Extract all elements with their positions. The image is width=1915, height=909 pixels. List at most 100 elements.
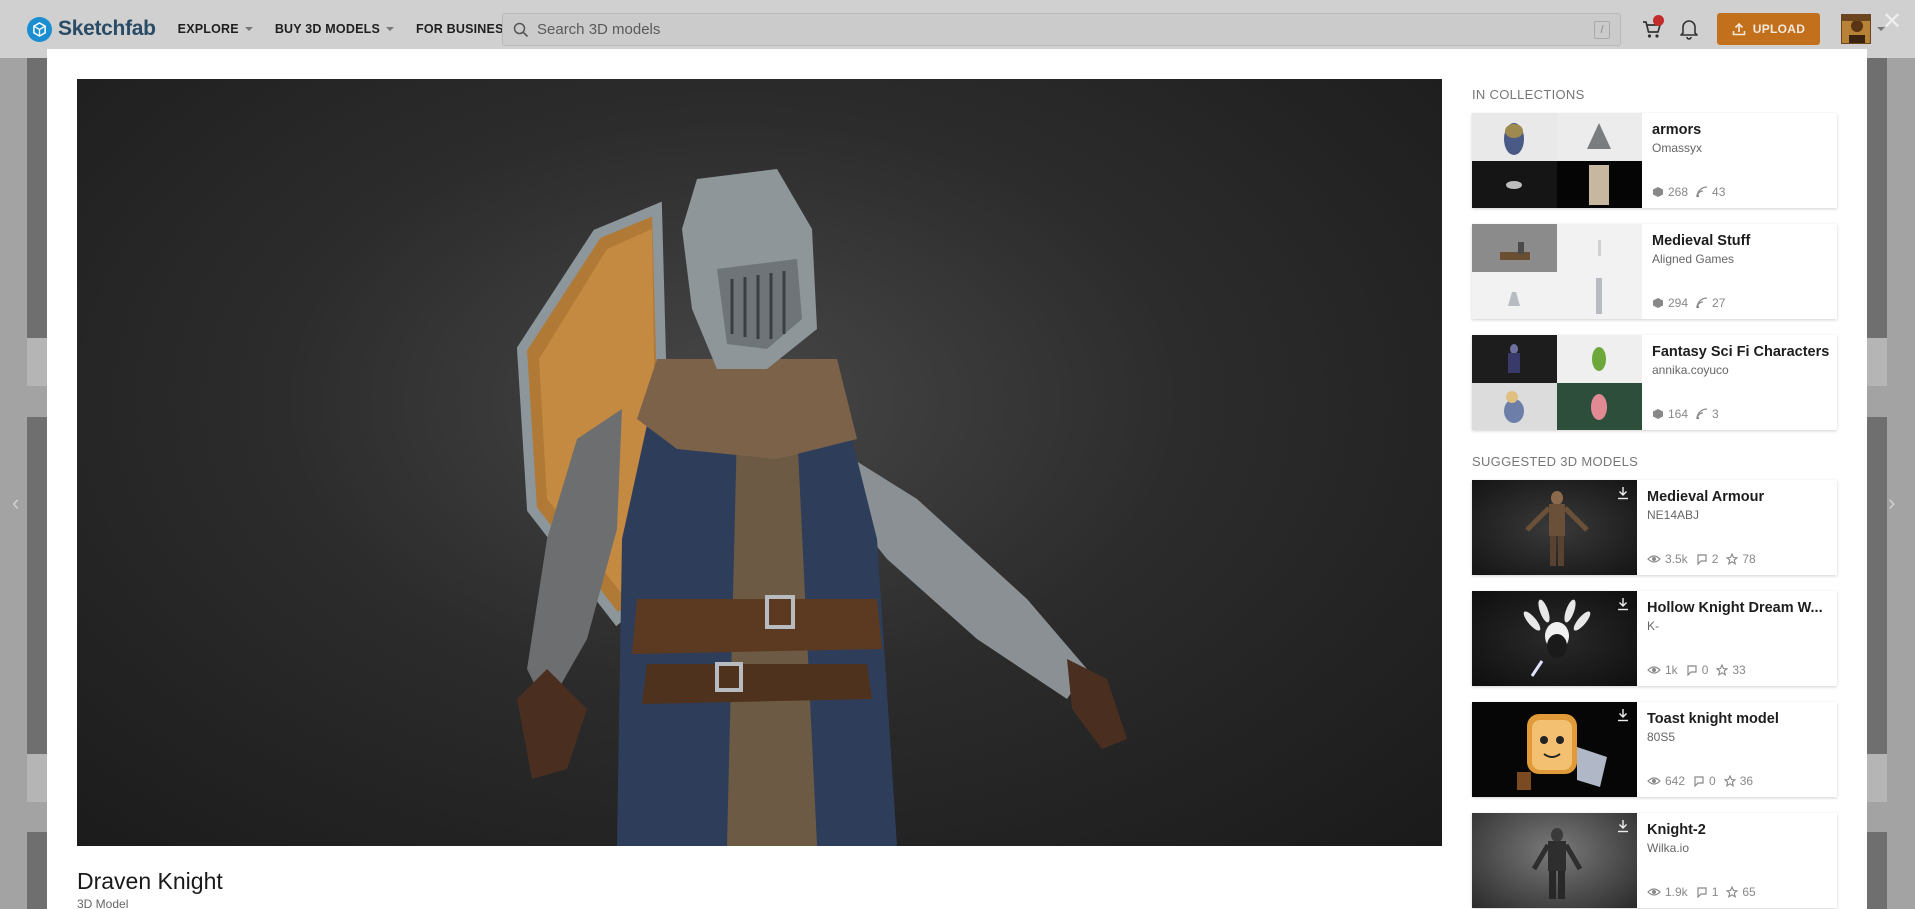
eye-icon: [1647, 888, 1661, 896]
collection-title[interactable]: Medieval Stuff: [1652, 233, 1832, 249]
collection-info: Medieval Stuff Aligned Games 294 27: [1642, 224, 1842, 319]
search-input[interactable]: [537, 21, 1537, 38]
nav-explore-label: EXPLORE: [177, 22, 239, 36]
collection-title[interactable]: armors: [1652, 122, 1832, 138]
suggested-model-title[interactable]: Medieval Armour: [1647, 489, 1827, 505]
nav-buy-3d-models[interactable]: BUY 3D MODELS: [275, 22, 394, 36]
chevron-down-icon: [244, 27, 253, 31]
comment-icon: [1697, 887, 1707, 898]
collection-card[interactable]: Medieval Stuff Aligned Games 294 27: [1472, 224, 1837, 319]
followers-icon: [1696, 297, 1708, 309]
nav-business-label: FOR BUSINESS: [415, 22, 513, 36]
suggested-model-card[interactable]: Toast knight model 80S5 642 0 36: [1472, 702, 1837, 797]
like-count: 36: [1739, 774, 1754, 788]
model-stats: 3.5k 2 78: [1647, 552, 1764, 566]
model-stats: 1.9k 1 65: [1647, 885, 1764, 899]
comment-count: 1: [1711, 885, 1719, 899]
comment-count: 2: [1711, 552, 1719, 566]
suggested-heading: SUGGESTED 3D MODELS: [1472, 454, 1639, 469]
collection-thumbnails: [1472, 113, 1642, 208]
collection-author[interactable]: Omassyx: [1652, 141, 1832, 155]
star-icon: [1716, 664, 1729, 676]
model-title: Draven Knight: [77, 868, 223, 894]
download-icon[interactable]: [1617, 486, 1629, 500]
like-count: 33: [1732, 663, 1746, 677]
suggested-model-author[interactable]: K-: [1647, 619, 1827, 633]
suggested-model-card[interactable]: Medieval Armour NE14ABJ 3.5k 2 78: [1472, 480, 1837, 575]
collection-title[interactable]: Fantasy Sci Fi Characters: [1652, 344, 1832, 360]
model-viewer[interactable]: [77, 79, 1442, 846]
search-bar: /: [502, 13, 1621, 46]
suggested-model-title[interactable]: Hollow Knight Dream W...: [1647, 600, 1827, 616]
collection-thumbnails: [1472, 224, 1642, 319]
comment-count: 0: [1709, 774, 1716, 788]
model-thumbnail: [1472, 480, 1637, 575]
suggested-model-author[interactable]: 80S5: [1647, 730, 1827, 744]
collection-author[interactable]: annika.coyuco: [1652, 363, 1832, 377]
download-icon[interactable]: [1617, 597, 1629, 611]
previous-arrow-icon[interactable]: ‹: [12, 490, 19, 516]
suggested-model-author[interactable]: NE14ABJ: [1647, 508, 1827, 522]
model-count-icon: [1653, 409, 1663, 419]
user-avatar[interactable]: [1841, 14, 1871, 44]
model-count-icon: [1653, 298, 1663, 308]
collection-author[interactable]: Aligned Games: [1652, 252, 1832, 266]
suggested-model-title[interactable]: Knight-2: [1647, 822, 1827, 838]
sketchfab-logo[interactable]: Sketchfab: [27, 16, 156, 42]
model-thumbnail: [1472, 702, 1637, 797]
collections-heading: IN COLLECTIONS: [1472, 87, 1585, 102]
cart-badge: [1653, 15, 1664, 26]
download-icon[interactable]: [1617, 708, 1629, 722]
comment-icon: [1687, 665, 1697, 676]
suggested-model-title[interactable]: Toast knight model: [1647, 711, 1827, 727]
followers-icon: [1696, 186, 1708, 198]
sketchfab-logo-icon: [27, 16, 52, 42]
model-info: Knight-2 Wilka.io 1.9k 1 65: [1637, 813, 1837, 908]
collection-card[interactable]: Fantasy Sci Fi Characters annika.coyuco …: [1472, 335, 1837, 430]
model-count: 164: [1668, 407, 1689, 421]
model-info: Toast knight model 80S5 642 0 36: [1637, 702, 1837, 797]
nav-buy-label: BUY 3D MODELS: [274, 22, 380, 36]
nav-explore[interactable]: EXPLORE: [178, 22, 253, 36]
view-count: 1.9k: [1665, 885, 1688, 899]
next-arrow-icon[interactable]: ›: [1888, 490, 1895, 516]
collection-card[interactable]: armors Omassyx 268 43: [1472, 113, 1837, 208]
chevron-down-icon: [385, 27, 394, 31]
upload-button[interactable]: UPLOAD: [1717, 13, 1820, 45]
eye-icon: [1647, 555, 1661, 563]
eye-icon: [1647, 777, 1661, 785]
view-count: 1k: [1665, 663, 1678, 677]
comment-icon: [1694, 776, 1704, 787]
upload-icon: [1732, 22, 1746, 36]
model-preview-modal: Draven Knight 3D Model IN COLLECTIONS ar…: [47, 49, 1867, 909]
model-thumbnail: [1472, 591, 1637, 686]
collection-info: Fantasy Sci Fi Characters annika.coyuco …: [1642, 335, 1842, 430]
upload-label: UPLOAD: [1752, 22, 1806, 36]
model-count: 268: [1668, 185, 1689, 199]
model-type: 3D Model: [77, 897, 129, 909]
model-stats: 642 0 36: [1647, 774, 1761, 788]
model-thumbnail: [1472, 813, 1637, 908]
star-icon: [1726, 886, 1739, 898]
collection-stats: 164 3: [1652, 407, 1727, 421]
model-info: Medieval Armour NE14ABJ 3.5k 2 78: [1637, 480, 1837, 575]
model-info: Hollow Knight Dream W... K- 1k 0 33: [1637, 591, 1837, 686]
follower-count: 3: [1712, 407, 1719, 421]
close-modal-icon[interactable]: ✕: [1882, 10, 1902, 34]
suggested-model-card[interactable]: Hollow Knight Dream W... K- 1k 0 33: [1472, 591, 1837, 686]
suggested-model-author[interactable]: Wilka.io: [1647, 841, 1827, 855]
notifications-bell-icon[interactable]: [1679, 18, 1699, 40]
suggested-model-card[interactable]: Knight-2 Wilka.io 1.9k 1 65: [1472, 813, 1837, 908]
download-icon[interactable]: [1617, 819, 1629, 833]
star-icon: [1726, 553, 1739, 565]
comment-icon: [1697, 554, 1707, 565]
logo-text: Sketchfab: [58, 17, 156, 40]
search-icon: [513, 22, 529, 37]
collection-thumbnails: [1472, 335, 1642, 430]
like-count: 78: [1742, 552, 1756, 566]
collection-stats: 268 43: [1652, 185, 1733, 199]
star-icon: [1723, 775, 1736, 787]
model-count-icon: [1653, 187, 1663, 197]
followers-icon: [1696, 408, 1708, 420]
eye-icon: [1647, 666, 1661, 674]
